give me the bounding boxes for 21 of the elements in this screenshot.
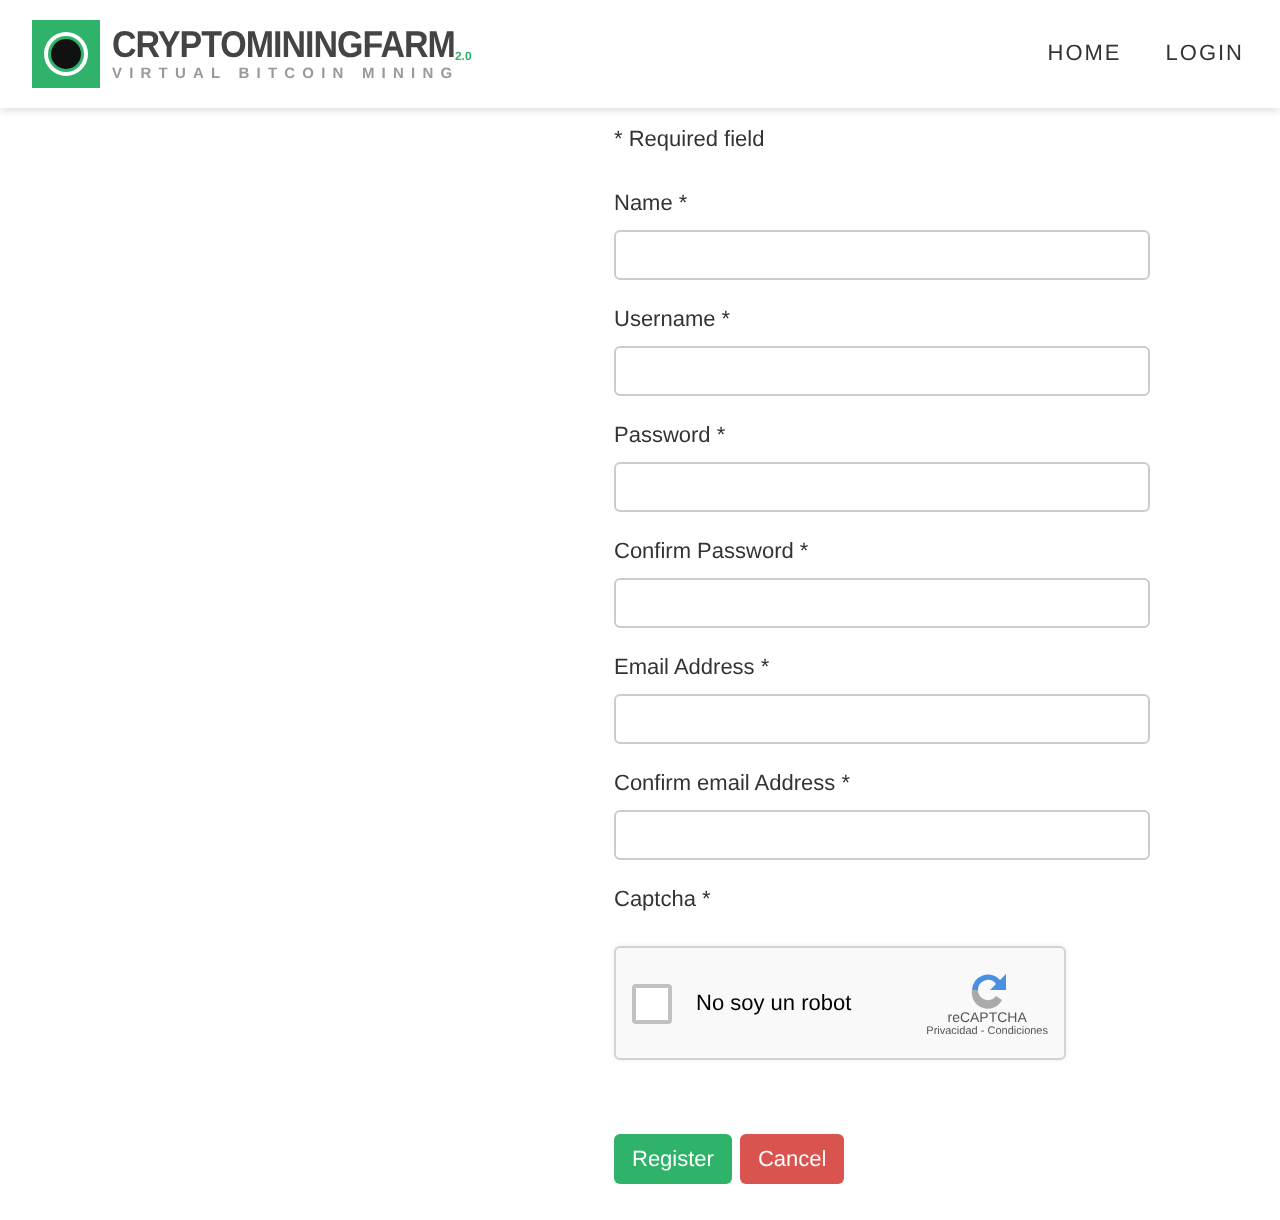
field-label: Confirm Password * <box>614 540 811 564</box>
checkbox-label: No soy un robot <box>696 991 854 1015</box>
input-field[interactable] <box>614 810 1150 860</box>
input-field[interactable] <box>614 462 1150 512</box>
field-label: Confirm email Address * <box>614 772 852 796</box>
field-label: Name * <box>614 192 690 216</box>
required-note: * Required field <box>614 128 767 152</box>
nav-link[interactable]: LOGIN <box>1165 42 1244 66</box>
checkbox[interactable] <box>632 983 672 1023</box>
input-field[interactable] <box>614 694 1150 744</box>
input-field[interactable] <box>614 230 1150 280</box>
nav-link[interactable]: HOME <box>1047 42 1122 66</box>
logo-icon <box>32 20 100 88</box>
input-field[interactable] <box>614 346 1150 396</box>
field-label: Captcha * <box>614 888 713 912</box>
field-label: Password * <box>614 424 728 448</box>
field-label: Username * <box>614 308 733 332</box>
logo-title: CRYPTOMININGFARM <box>112 25 455 65</box>
field-label: Email Address * <box>614 656 772 680</box>
cancel-button[interactable]: Cancel <box>739 1134 845 1184</box>
input-field[interactable] <box>614 578 1150 628</box>
